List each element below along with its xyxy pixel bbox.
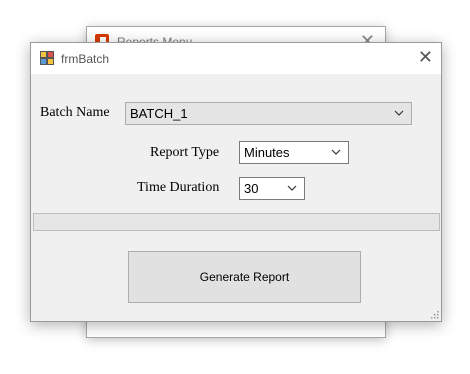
generate-report-button[interactable]: Generate Report (128, 251, 361, 303)
batch-name-value: BATCH_1 (130, 106, 188, 121)
progress-bar (33, 213, 440, 231)
time-duration-label: Time Duration (137, 180, 220, 195)
batch-name-label: Batch Name (40, 105, 110, 120)
chevron-down-icon (394, 110, 404, 116)
chevron-down-icon (287, 185, 297, 191)
batch-name-combobox[interactable]: BATCH_1 (125, 102, 412, 125)
report-type-label: Report Type (150, 145, 220, 160)
frmbatch-window: frmBatch ✕ Batch Name BATCH_1 Report Typ… (30, 42, 442, 322)
resize-grip-icon[interactable] (429, 309, 439, 319)
form-icon (40, 51, 56, 67)
time-duration-value: 30 (244, 181, 259, 196)
window-title: frmBatch (61, 52, 110, 66)
time-duration-combobox[interactable]: 30 (239, 177, 305, 200)
titlebar: frmBatch ✕ (31, 43, 441, 74)
close-button[interactable]: ✕ (418, 47, 433, 68)
report-type-value: Minutes (244, 145, 290, 160)
chevron-down-icon (331, 149, 341, 155)
report-type-combobox[interactable]: Minutes (239, 141, 349, 164)
